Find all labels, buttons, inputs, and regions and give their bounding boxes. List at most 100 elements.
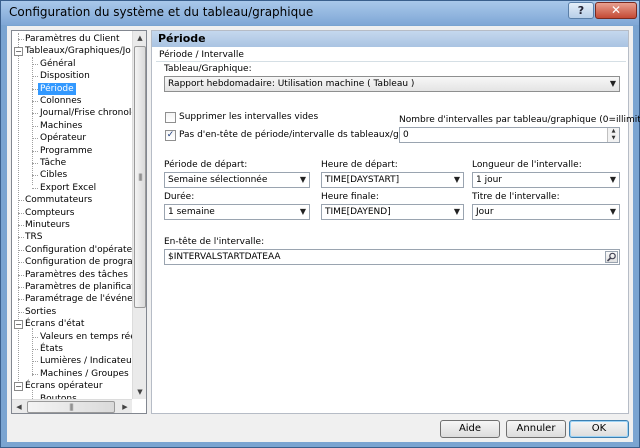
interval-length-select[interactable]: 1 jour ▼ (472, 172, 620, 188)
tree-connector (32, 361, 38, 363)
tree-connector (18, 39, 24, 40)
tree-horizontal-scrollbar[interactable]: ◀ ||| ▶ (12, 399, 132, 413)
start-time-value: TIME[DAYSTART] (325, 175, 400, 185)
interval-title-value: Jour (476, 207, 494, 217)
interval-header-input[interactable]: $INTERVALSTARTDATEAA (164, 249, 620, 265)
interval-header-label: En-tête de l'intervalle: (164, 237, 265, 247)
chevron-down-icon: ▼ (299, 207, 306, 216)
tree-connector (32, 187, 38, 189)
tree-connector (18, 225, 24, 226)
spinner-buttons: ▲ ▼ (607, 128, 619, 142)
spin-down-icon[interactable]: ▼ (608, 135, 619, 142)
tree-item[interactable]: Paramètres des tâches (25, 269, 128, 281)
title-bar[interactable]: Configuration du système et du tableau/g… (1, 1, 639, 25)
tree-item[interactable]: Écrans d'état (25, 318, 84, 330)
window-title: Configuration du système et du tableau/g… (9, 5, 314, 19)
tree-item[interactable]: Configuration d'opérateur (25, 244, 132, 256)
tree-item[interactable]: Colonnes (40, 95, 81, 107)
navigation-tree: Paramètres du Client − Tableaux/Graphiques… (11, 30, 147, 414)
tree-item[interactable]: Programme (40, 145, 92, 157)
no-header-checkbox[interactable]: ✓ (165, 130, 176, 141)
tree-connector (32, 349, 38, 350)
start-period-select[interactable]: Semaine sélectionnée ▼ (164, 172, 310, 188)
tree-item[interactable]: Valeurs en temps réel (40, 331, 132, 343)
duration-select[interactable]: 1 semaine ▼ (164, 204, 310, 220)
scroll-up-icon[interactable]: ▲ (133, 31, 146, 45)
tree-item[interactable]: Opérateur (40, 132, 86, 144)
search-icon[interactable] (605, 251, 618, 263)
tree-connector (32, 63, 38, 65)
tree-connector (18, 237, 24, 239)
tree-item[interactable]: Sorties (25, 306, 56, 318)
cancel-button[interactable]: Annuler (506, 420, 566, 438)
tree-item[interactable]: Paramètres du Client (25, 33, 120, 45)
tree-item-selected[interactable]: Période (38, 82, 76, 95)
tree-item[interactable]: Machines (40, 120, 82, 132)
interval-title-select[interactable]: Jour ▼ (472, 204, 620, 220)
end-time-label: Heure finale: (321, 192, 379, 202)
interval-length-value: 1 jour (476, 175, 502, 185)
tree-item[interactable]: Écrans opérateur (25, 380, 103, 392)
dialog-window: Configuration du système et du tableau/g… (0, 0, 640, 448)
tree-item[interactable]: Export Excel (40, 182, 96, 194)
num-intervals-spinner[interactable]: 0 ▲ ▼ (399, 127, 620, 143)
tree-item[interactable]: Lumières / Indicateur (40, 355, 132, 367)
chevron-down-icon: ▼ (453, 207, 460, 216)
tree-connector (32, 175, 38, 177)
close-button[interactable]: ✕ (595, 2, 637, 19)
scroll-left-icon[interactable]: ◀ (12, 400, 26, 413)
num-intervals-label: Nombre d'intervalles par tableau/graphiq… (399, 115, 640, 125)
tree-guide-line (32, 328, 33, 376)
tree-viewport: Paramètres du Client − Tableaux/Graphiques… (12, 31, 132, 399)
chart-select[interactable]: Rapport hebdomadaire: Utilisation machin… (164, 76, 620, 92)
scroll-right-icon[interactable]: ▶ (118, 400, 132, 413)
tree-item[interactable]: Paramètres de planificatio (25, 281, 132, 293)
tree-item[interactable]: Commutateurs (25, 194, 92, 206)
horizontal-scroll-thumb[interactable]: ||| (27, 401, 115, 413)
tree-connector (32, 113, 38, 115)
tree-item[interactable]: Paramétrage de l'événem (25, 293, 132, 305)
tree-connector (18, 200, 24, 202)
tree-item[interactable]: Minuteurs (25, 219, 70, 231)
tree-item[interactable]: Journal/Frise chronolo (40, 107, 132, 119)
start-period-value: Semaine sélectionnée (168, 175, 268, 185)
grip-icon: ||| (137, 173, 143, 181)
tree-item[interactable]: TRS (25, 231, 42, 243)
tree-connector (32, 76, 38, 78)
help-title-button[interactable]: ? (568, 2, 594, 19)
suppress-empty-label[interactable]: Supprimer les intervalles vides (179, 112, 318, 122)
panel-title: Période (152, 31, 628, 47)
tree-vertical-scrollbar[interactable]: ▲ ||| ▼ (132, 31, 146, 399)
collapse-icon[interactable]: − (14, 319, 23, 329)
help-button[interactable]: Aide (440, 420, 500, 438)
tree-item[interactable]: Machines / Groupes (40, 368, 129, 380)
scroll-down-icon[interactable]: ▼ (133, 385, 146, 399)
collapse-icon[interactable]: − (14, 381, 23, 391)
tree-connector (18, 212, 24, 214)
ok-button[interactable]: OK (569, 420, 629, 438)
search-icon-glyph (606, 252, 616, 262)
tree-item[interactable]: Compteurs (25, 207, 74, 219)
vertical-scroll-thumb[interactable]: ||| (134, 46, 146, 308)
tree-connector (18, 262, 24, 264)
tree-item[interactable]: Configuration de programi (25, 256, 132, 268)
collapse-icon[interactable]: − (14, 46, 23, 56)
interval-title-label: Titre de l'intervalle: (472, 192, 560, 202)
end-time-value: TIME[DAYEND] (325, 207, 391, 217)
chevron-down-icon: ▼ (609, 79, 616, 88)
tree-item[interactable]: Tableaux/Graphiques/Jo (25, 45, 131, 57)
tree-item[interactable]: Cibles (40, 169, 67, 181)
tree-item[interactable]: Disposition (40, 70, 90, 82)
spin-up-icon[interactable]: ▲ (608, 128, 619, 135)
tree-connector (32, 138, 38, 140)
grip-icon: ||| (68, 403, 74, 411)
tree-item[interactable]: Tâche (40, 157, 66, 169)
tree-item[interactable]: États (40, 343, 63, 355)
interval-length-label: Longueur de l'intervalle: (472, 160, 582, 170)
chevron-down-icon: ▼ (299, 175, 306, 184)
suppress-empty-checkbox[interactable] (165, 112, 176, 123)
tree-item[interactable]: Général (40, 58, 75, 70)
end-time-select[interactable]: TIME[DAYEND] ▼ (321, 204, 464, 220)
tree-connector (32, 125, 38, 127)
start-time-select[interactable]: TIME[DAYSTART] ▼ (321, 172, 464, 188)
